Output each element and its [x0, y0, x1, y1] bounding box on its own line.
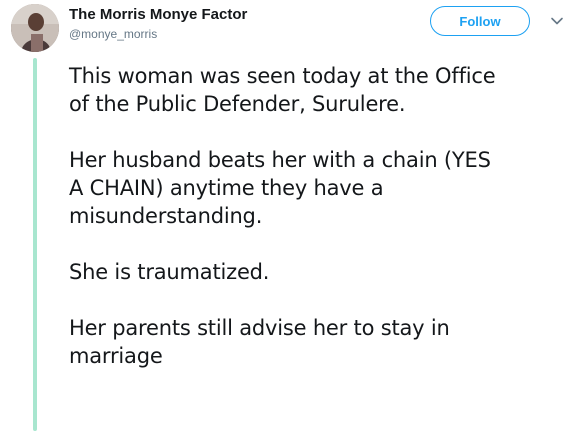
tweet-line: Her parents still advise her to stay in — [69, 316, 450, 340]
tweet-line: Her husband beats her with a chain (YES — [69, 148, 491, 172]
tweet-paragraph: She is traumatized. — [69, 258, 569, 286]
tweet-line: of the Public Defender, Surulere. — [69, 92, 406, 116]
tweet-line: This woman was seen today at the Office — [69, 64, 496, 88]
tweet-card: The Morris Monye Factor @monye_morris Fo… — [0, 0, 572, 431]
tweet-line: marriage — [69, 344, 163, 368]
tweet-line: She is traumatized. — [69, 260, 270, 284]
chevron-down-icon[interactable] — [549, 13, 565, 29]
thread-line — [33, 58, 37, 431]
tweet-paragraph: This woman was seen today at the Office … — [69, 62, 569, 118]
tweet-paragraph: Her husband beats her with a chain (YES … — [69, 146, 569, 230]
tweet-line: misunderstanding. — [69, 204, 263, 228]
tweet-paragraph: Her parents still advise her to stay in … — [69, 314, 569, 370]
follow-button[interactable]: Follow — [430, 6, 530, 36]
tweet-text: This woman was seen today at the Office … — [69, 62, 569, 370]
author-name[interactable]: The Morris Monye Factor — [69, 6, 247, 23]
avatar[interactable] — [11, 4, 59, 52]
author-handle[interactable]: @monye_morris — [69, 27, 157, 41]
tweet-line: A CHAIN) anytime they have a — [69, 176, 384, 200]
avatar-photo — [11, 4, 59, 52]
